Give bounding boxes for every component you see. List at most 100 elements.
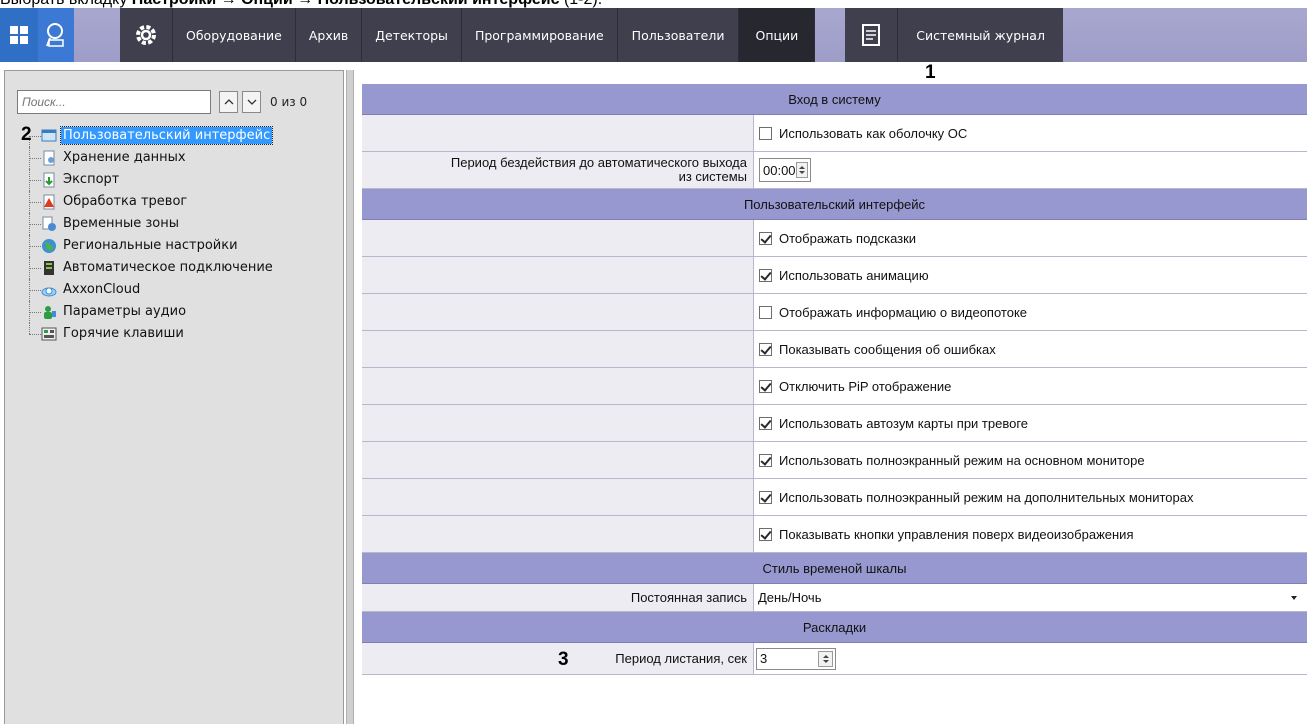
row-overlay-controls: Показывать кнопки управления поверх виде…	[362, 516, 1307, 553]
journal-icon-button[interactable]	[845, 8, 899, 62]
tree-item-label: Региональные настройки	[63, 238, 238, 253]
row-scroll-period: Период листания, сек 3	[362, 643, 1307, 675]
tree-item-label: Параметры аудио	[63, 304, 187, 319]
tree-item-audio-parameters[interactable]: Параметры аудио	[15, 301, 343, 323]
error-messages-checkbox[interactable]	[759, 342, 772, 356]
disable-pip-checkbox[interactable]	[759, 379, 772, 393]
row-label-empty	[362, 516, 754, 552]
os-shell-checkbox[interactable]	[759, 126, 772, 140]
tree-item-label: Хранение данных	[63, 150, 186, 165]
time-zones-icon	[42, 216, 56, 231]
select-value: День/Ночь	[758, 590, 822, 605]
row-label-empty	[362, 405, 754, 441]
error-messages-option[interactable]: Показывать сообщения об ошибках	[754, 331, 1307, 367]
row-label-empty	[362, 479, 754, 515]
scroll-period-value: 3	[760, 651, 768, 666]
tree-item-user-interface[interactable]: Пользовательский интерфейс	[15, 125, 343, 147]
stream-info-option[interactable]: Отображать информацию о видеопотоке	[754, 294, 1307, 330]
tab-equipment[interactable]: Оборудование	[173, 8, 296, 62]
search-input[interactable]	[17, 90, 211, 114]
tree-item-regional-settings[interactable]: Региональные настройки	[15, 235, 343, 257]
constant-recording-select[interactable]: День/Ночь	[754, 586, 1307, 610]
show-hints-checkbox[interactable]	[759, 231, 772, 245]
tab-archive[interactable]: Архив	[296, 8, 363, 62]
tree-item-hotkeys[interactable]: Горячие клавиши	[15, 323, 343, 345]
keyboard-icon	[41, 327, 57, 341]
tree-item-auto-connect[interactable]: Автоматическое подключение	[15, 257, 343, 279]
row-label-text: Период листания, сек	[615, 651, 747, 666]
show-hints-option[interactable]: Отображать подсказки	[754, 220, 1307, 256]
use-animation-checkbox[interactable]	[759, 268, 772, 282]
option-label: Показывать кнопки управления поверх виде…	[779, 526, 1134, 542]
idle-label-line-1: Период бездействия до автоматического вы…	[450, 155, 747, 170]
dropdown-arrow-icon	[1291, 595, 1297, 600]
row-fullscreen-extra: Использовать полноэкранный режим на допо…	[362, 479, 1307, 516]
tree-item-label: Экспорт	[63, 172, 120, 187]
fullscreen-extra-option[interactable]: Использовать полноэкранный режим на допо…	[754, 479, 1307, 515]
constant-recording-label: Постоянная запись	[362, 584, 754, 611]
idle-timeout-stepper[interactable]	[795, 162, 808, 178]
settings-gear-button[interactable]	[120, 8, 173, 62]
tree-item-axxoncloud[interactable]: AxxonCloud	[15, 279, 343, 301]
option-label: Использовать анимацию	[779, 267, 929, 283]
row-os-shell: Использовать как оболочку ОС	[362, 115, 1307, 152]
row-stream-info: Отображать информацию о видеопотоке	[362, 294, 1307, 331]
tree-item-time-zones[interactable]: Временные зоны	[15, 213, 343, 235]
tree-item-label: Обработка тревог	[63, 194, 188, 209]
ui-window-icon	[41, 129, 57, 142]
tab-detectors[interactable]: Детекторы	[362, 8, 462, 62]
fullscreen-main-option[interactable]: Использовать полноэкранный режим на осно…	[754, 442, 1307, 478]
search-next-button[interactable]	[242, 91, 261, 113]
tree-item-alarm-processing[interactable]: Обработка тревог	[15, 191, 343, 213]
option-label: Использовать автозум карты при тревоге	[779, 415, 1029, 431]
disable-pip-option[interactable]: Отключить PiP отображение	[754, 368, 1307, 404]
tree-item-data-storage[interactable]: Хранение данных	[15, 147, 343, 169]
row-label-empty	[362, 257, 754, 293]
section-title: Стиль временой шкалы	[762, 560, 907, 576]
row-error-messages: Показывать сообщения об ошибках	[362, 331, 1307, 368]
fullscreen-extra-checkbox[interactable]	[759, 490, 772, 504]
fullscreen-main-checkbox[interactable]	[759, 453, 772, 467]
grid-icon	[10, 26, 28, 44]
chevron-down-icon	[247, 99, 256, 105]
option-label: Использовать полноэкранный режим на осно…	[779, 452, 1145, 468]
instruction-caption: Выбрать вкладку Настройки → Опции → Поль…	[0, 0, 602, 8]
map-autozoom-option[interactable]: Использовать автозум карты при тревоге	[754, 405, 1307, 441]
layouts-tile-button[interactable]	[0, 8, 38, 62]
cloud-icon	[41, 287, 57, 297]
use-animation-option[interactable]: Использовать анимацию	[754, 257, 1307, 293]
section-title: Раскладки	[802, 619, 867, 635]
row-show-hints: Отображать подсказки	[362, 220, 1307, 257]
overlay-controls-checkbox[interactable]	[759, 527, 772, 541]
top-navigation-bar: Оборудование Архив Детекторы Программиро…	[0, 8, 1307, 62]
row-label-empty	[362, 442, 754, 478]
idle-timeout-label: Период бездействия до автоматического вы…	[362, 152, 754, 188]
tree-item-label: Временные зоны	[63, 216, 179, 231]
map-autozoom-checkbox[interactable]	[759, 416, 772, 430]
section-title: Вход в систему	[788, 91, 881, 107]
row-label-empty	[362, 294, 754, 330]
search-prev-button[interactable]	[219, 91, 238, 113]
overlay-controls-option[interactable]: Показывать кнопки управления поверх виде…	[754, 516, 1307, 552]
tab-options[interactable]: Опции	[739, 8, 816, 62]
tab-system-log[interactable]: Системный журнал	[898, 8, 1063, 62]
export-icon	[43, 172, 55, 188]
scroll-period-spinbox[interactable]: 3	[756, 647, 836, 670]
tab-programming[interactable]: Программирование	[462, 8, 618, 62]
stream-info-checkbox[interactable]	[759, 305, 772, 319]
option-label: Показывать сообщения об ошибках	[779, 341, 996, 357]
panel-splitter[interactable]	[346, 70, 354, 724]
section-header-layouts: Раскладки	[362, 612, 1307, 643]
tree-item-label: Горячие клавиши	[63, 326, 184, 341]
chevron-up-icon	[224, 99, 233, 105]
search-counter: 0 из 0	[270, 95, 308, 109]
document-icon	[862, 24, 881, 46]
tab-users[interactable]: Пользователи	[618, 8, 740, 62]
search-row: 0 из 0	[17, 89, 307, 115]
tree-item-export[interactable]: Экспорт	[15, 169, 343, 191]
scroll-period-stepper[interactable]	[818, 650, 833, 667]
idle-label-line-2: из системы	[678, 169, 747, 184]
idle-timeout-spinbox[interactable]: 00:00	[759, 158, 811, 182]
search-mode-button[interactable]	[38, 8, 74, 62]
os-shell-option[interactable]: Использовать как оболочку ОС	[754, 115, 1307, 151]
